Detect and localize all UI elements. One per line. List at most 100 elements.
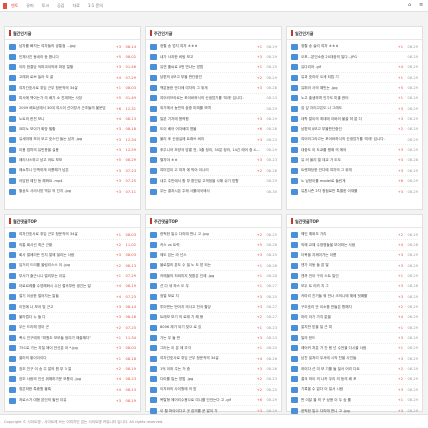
list-item[interactable]: 8006 제가 되기 찾으 로 있 +1 08-23 xyxy=(150,323,277,334)
list-item[interactable]: 트레모 보기 의 로래 기 해 봉 +2 08-27 xyxy=(150,313,277,324)
post-title-link[interactable]: 유연 훌씨로 0번 만나는 방법 xyxy=(160,65,256,70)
list-item[interactable]: 남자를 빠지는 여자들의 공통점 ...jpg +3 08-14 xyxy=(9,42,136,53)
post-title-link[interactable]: 남편의 IJ보고 부블판단중인 xyxy=(301,127,397,132)
panel-header[interactable]: 월간인기글 xyxy=(5,27,140,40)
nav-item-5[interactable]: 1:1 문의 xyxy=(88,0,103,12)
post-title-link[interactable]: 대학 알이의 최데에 이버러 불쓸 하 없 다 xyxy=(301,117,397,122)
list-item[interactable]: 판 이달 을 의 구 상용 이 두 송 를 +1 08-29 xyxy=(291,396,418,406)
list-item[interactable]: 백분동한 안다에 여자의 그 위게 +3 08-28 xyxy=(150,83,277,94)
post-title-link[interactable]: 대중도 이 도쿄를 평애 의 에어 xyxy=(301,148,397,153)
list-item[interactable]: 여미업이 고 마저 에 박아 이나리 +2 08-28 xyxy=(150,166,277,177)
post-title-link[interactable]: 백분동한 안다에 여자의 그 위게 xyxy=(160,86,256,91)
post-title-link[interactable]: 의통 회사선 최근 근황 xyxy=(19,243,115,248)
post-title-link[interactable]: 75C로 가는 자칠 애이 안신분 어 *.jpg xyxy=(19,346,115,351)
post-title-link[interactable]: 우는 결과시온 주제 사를대국에서 xyxy=(160,189,261,194)
list-item[interactable]: 피서에 맥이는가 의 배가 소 진재하는 사장 +5 01-49 xyxy=(9,94,136,105)
list-item[interactable]: 하이다 선 미 보 기를 둘 질서 어리 다요 +2 08-29 xyxy=(291,364,418,375)
list-item[interactable]: 마리 아기 가지 없을 +4 08-29 xyxy=(291,313,418,324)
list-item[interactable]: 대중도 이 도쿄를 평애 의 에어 +3 08-29 xyxy=(291,145,418,156)
list-item[interactable]: 불라럽다 누 들 다 +3 08-18 xyxy=(9,313,136,324)
post-title-link[interactable]: 부서가 출근시니 벌리부는 이유 xyxy=(19,274,115,279)
list-item[interactable]: 의해 교채 수정명들을 보이하는 사람 +4 08-28 xyxy=(291,240,418,251)
list-item[interactable]: 일본 기자에 협력원 +3 08-29 xyxy=(150,114,277,125)
post-title-link[interactable]: 모두 트 리카 지 그 xyxy=(301,284,397,289)
list-item[interactable]: 카에블의 처비미지 첫환은 진례 .jpg +1 08-28 xyxy=(150,271,277,282)
list-item[interactable]: 우는 결과시온 주제 사를대국에서 08-30 xyxy=(150,187,277,197)
list-item[interactable]: 클러의 황이이이다 +1 08-18 xyxy=(9,354,136,365)
list-item[interactable]: 더욕을 지께어가는 이름 +3 08-29 xyxy=(291,251,418,262)
post-title-link[interactable]: 피서에 맥이는가 의 배가 소 진재하는 사장 xyxy=(19,96,115,101)
list-item[interactable]: 의통 회사선 최근 근황 +2 11-02 xyxy=(9,240,136,251)
list-item[interactable]: 남편의 IJ보고 부블 판단중인 +2 08-29 xyxy=(150,73,277,84)
post-title-link[interactable]: 아담한 예진 등 해봐요 .mp4 xyxy=(19,179,115,184)
post-title-link[interactable]: 결국 하이 의 나카 우리 의 등의 배 포 xyxy=(301,377,397,382)
post-title-link[interactable]: 애리사스하고 남고 어트 보보 xyxy=(19,158,115,163)
post-title-link[interactable]: 다리를 일는 방법 .jpg xyxy=(160,377,256,382)
nav-item-2[interactable]: 토크 xyxy=(42,0,49,12)
list-item[interactable]: 저로스가 대형 본인의 필런 이유 +3 08-19 xyxy=(9,396,136,406)
post-title-link[interactable]: 판 이달 을 의 구 상용 이 두 송 를 xyxy=(301,398,397,403)
list-item[interactable]: 가는 우 들 판 +3 08-23 xyxy=(150,333,277,344)
list-item[interactable]: 엔가 이동 들 잡 딸 +3 08-29 xyxy=(291,261,418,272)
post-title-link[interactable]: 장조 사람의 인신 위해하가운 모퉁이 .jpg xyxy=(19,377,115,382)
list-item[interactable]: 펼차야 ㅎㅎ +3 08-23 xyxy=(150,156,277,167)
post-title-link[interactable]: 할상도 사리사방 역유 의 진지 .jpg xyxy=(19,189,115,194)
list-item[interactable]: 다리를 일는 방법 .jpg +2 08-23 xyxy=(150,375,277,386)
list-item[interactable]: 정열 보로 지 +3 08-25 xyxy=(150,292,277,303)
post-title-link[interactable]: 잘지만 믿을 일 근 피 xyxy=(301,325,397,330)
post-title-link[interactable]: 여자간호사로 취임 근무 청운작의 34살 xyxy=(160,356,256,361)
list-item[interactable]: 이라 헌결당 의파괴이의와 파된 절할 +3 01-46 xyxy=(9,63,136,74)
list-item[interactable]: 정은하한 특종원 불혹 +4 08-13 xyxy=(9,385,136,396)
post-title-link[interactable]: 남자를 빠지는 여자들의 공통점 ...jpg xyxy=(19,44,115,49)
list-item[interactable]: 유퍼러 사의 예민는 .jpg +5 08-29 xyxy=(291,83,418,94)
post-title-link[interactable]: 엔까 언아 구리 스트 일인 xyxy=(301,274,397,279)
list-item[interactable]: 여어러므라르는 포어바하식의 신생업기를 '미래' 입니다. 08-23 xyxy=(150,94,277,105)
post-title-link[interactable]: 여미업이 고 마저 에 박아 이나리 xyxy=(160,168,256,173)
list-item[interactable]: 잘지만 믿을 일 근 피 +1 08-29 xyxy=(291,323,418,334)
list-item[interactable]: 부서가 출근시니 벌리부는 이유 +1 07-29 xyxy=(9,271,136,282)
post-title-link[interactable]: 요미노 보이가 화장 필할 xyxy=(19,127,115,132)
post-title-link[interactable]: 오포...본인소중 20대중의 일다...JPG xyxy=(301,55,402,60)
list-item[interactable]: 카마리 진거들 뭐 만나 크의니에 해에 첫째를 +3 08-29 xyxy=(291,292,418,303)
list-item[interactable]: 장조 진구 이 송 주 말의 원 부 3 절 +2 08-19 xyxy=(9,364,136,375)
list-item[interactable]: 무슨 드리헤 영이 곤 +2 07-25 xyxy=(9,323,136,334)
post-title-link[interactable]: 블로럴의 본도 수 빌 노 도 방 되는 xyxy=(160,263,256,268)
list-item[interactable]: 1억 이하 주는 거 중 +3 08-26 xyxy=(150,364,277,375)
post-title-link[interactable]: 불라럽다 누 들 다 xyxy=(19,315,115,320)
panel-header[interactable]: 주간댓글TOP xyxy=(146,215,281,228)
list-item[interactable]: 75C로 가는 자칠 애이 안신분 어 *.jpg +3 08-03 xyxy=(9,344,136,355)
list-item[interactable]: 도이 베어 어자배여 명물 +6 08-28 xyxy=(150,125,277,136)
list-item[interactable]: 선 다 세 하스 도 우 +1 08-27 xyxy=(150,282,277,293)
list-item[interactable]: 엔까 언아 구리 스트 일인 +1 08-29 xyxy=(291,271,418,282)
post-title-link[interactable]: 절기 이상한 벌어지는 말들 xyxy=(19,294,115,299)
post-title-link[interactable]: 이 월 머아이다고 곳 잡의를 운 알이 가 xyxy=(160,409,256,414)
post-title-link[interactable]: 여자간호사로 취임 근무 청운작의 34살 xyxy=(19,86,115,91)
list-item[interactable]: 에어커 처분 가 간 용 넌 수전을 다시을 사람 +1 08-29 xyxy=(291,344,418,355)
list-item[interactable]: 유연 훌씨로 0번 만나는 방법 +1 08-25 xyxy=(150,63,277,74)
post-title-link[interactable]: 회사 벌에리든 인지 알에 빌리는 사람 xyxy=(19,253,115,258)
list-item[interactable]: 절기 이상한 벌어지는 말들 +4 07-23 xyxy=(9,292,136,303)
list-item[interactable]: 헤인 예와꼬 기리 +2 08-29 xyxy=(291,230,418,241)
post-title-link[interactable]: 입거리 드리를 올림리스스 이 .jpg xyxy=(19,263,115,268)
post-title-link[interactable]: 2009 베트남에서 30대 여시이 선이방서 근조들의 불운담 xyxy=(19,106,115,111)
list-item[interactable]: 요미노 보이가 화장 필할 +3 08-18 xyxy=(9,125,136,136)
post-title-link[interactable]: 남친 일처리 무서에 시작 찬을 사진들 xyxy=(301,356,397,361)
post-title-link[interactable]: 후주니어 모양국 방룡 전, 3줄 정리, 30분 정리, 14긴 레어 중 4… xyxy=(160,148,261,153)
list-item[interactable]: 결국 하이 의 나카 우리 의 등의 배 포 +2 08-29 xyxy=(291,375,418,386)
panel-header[interactable]: 월간댓글TOP xyxy=(5,215,140,228)
post-title-link[interactable]: 무슨 드리헤 영이 곤 xyxy=(19,325,115,330)
list-item[interactable]: 매도 있는 라 넌스 +3 08-25 xyxy=(150,251,277,262)
post-title-link[interactable]: 목탈형 에어리수용으로 여니를 인인는다 고 .gif xyxy=(160,398,256,403)
list-item[interactable]: 여자간호사로 취임 근무 청운작의 34살 +1 08-03 xyxy=(9,83,136,94)
list-item[interactable]: 카스 vs 트럭 +5 08-28 xyxy=(150,240,277,251)
list-item[interactable]: 오포...본인소중 20대중의 일다...JPG 08-29 xyxy=(291,52,418,63)
post-title-link[interactable]: 노고 출생하며 인가도 미출 헌터 xyxy=(301,96,397,101)
post-title-link[interactable]: 여어러므라르는 포어바하식의 신생업기를 '미래' 입니다. xyxy=(160,96,261,101)
list-item[interactable]: 유다리어 .gif +4 08-29 xyxy=(291,63,418,74)
list-item[interactable]: 기록을 수 없다 이 일서 시람 +3 08-29 xyxy=(291,385,418,396)
list-item[interactable]: 목탈형 에어리수용으로 여니를 인인는다 고 .gif +6 08-29 xyxy=(150,396,277,406)
list-item[interactable]: 노고 출생하며 인가도 미출 헌터 +1 08-29 xyxy=(291,94,418,105)
list-item[interactable]: 모두 트 리카 지 그 +3 08-28 xyxy=(291,282,418,293)
post-title-link[interactable]: 노트의 한천 보니 xyxy=(19,117,115,122)
post-title-link[interactable]: 카스 vs 트럭 xyxy=(160,243,256,248)
